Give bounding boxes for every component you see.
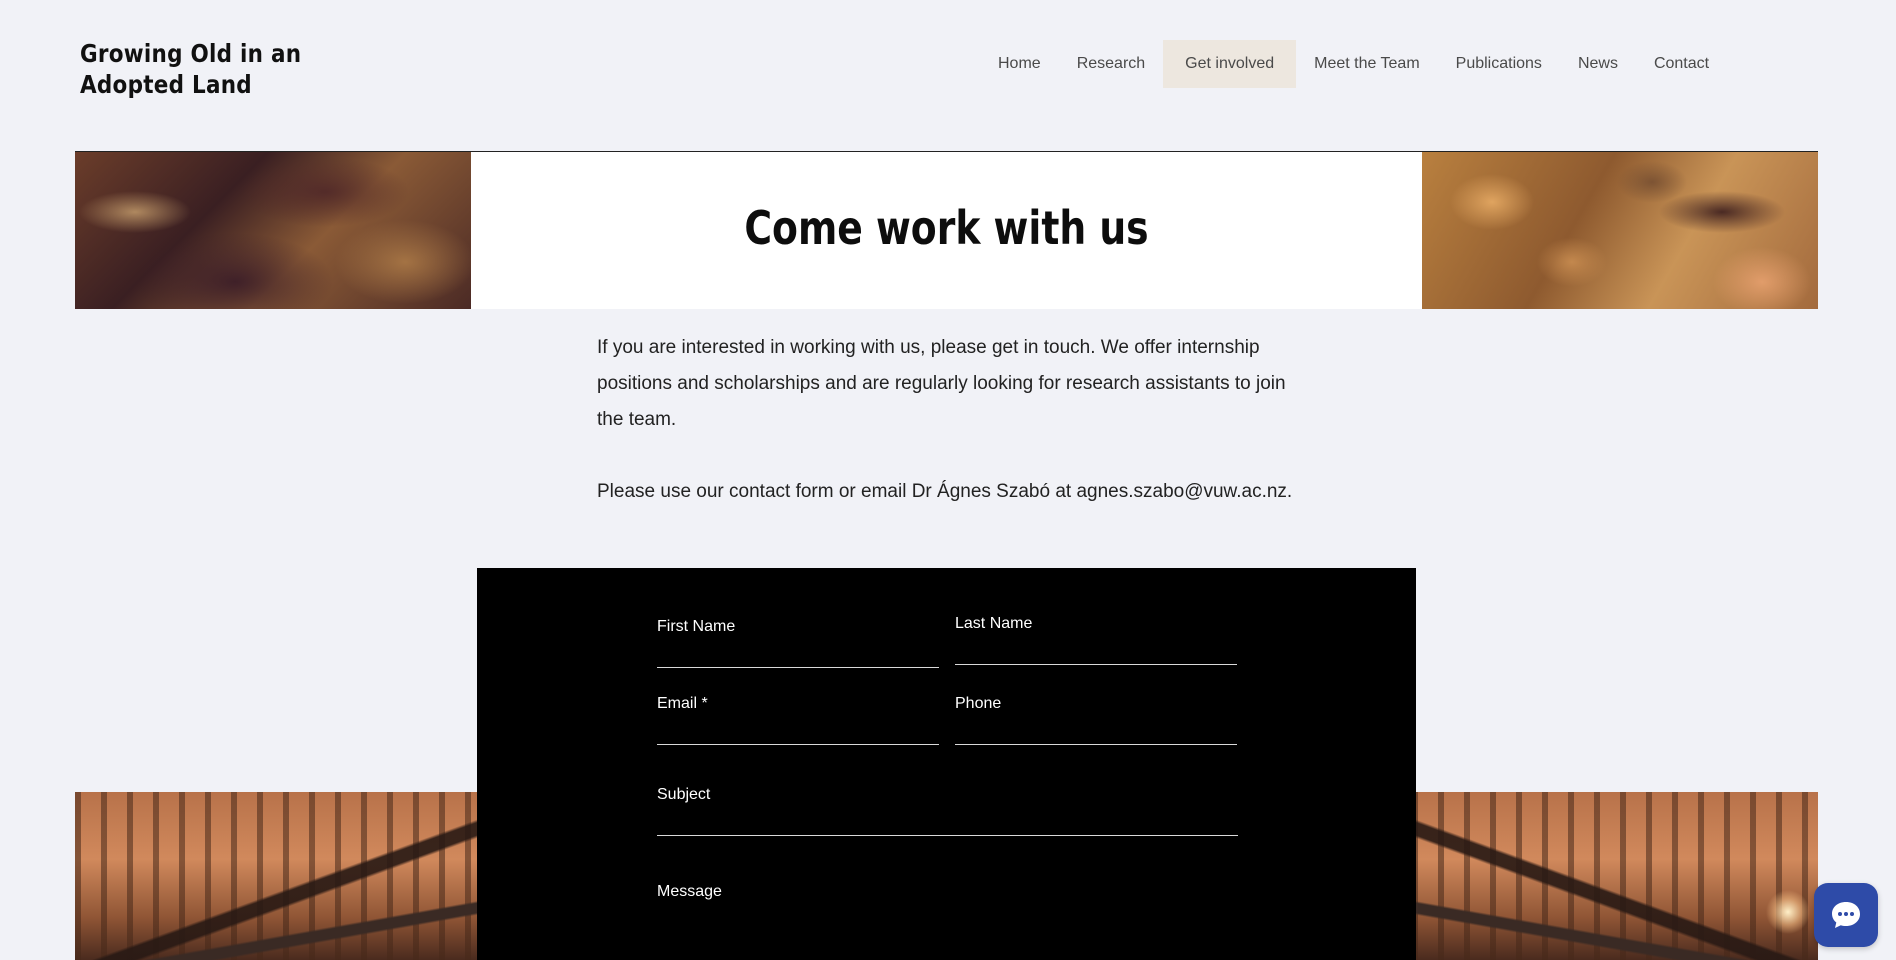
nav-item-news[interactable]: News xyxy=(1560,40,1636,88)
nav-item-research[interactable]: Research xyxy=(1059,40,1163,88)
last-name-field[interactable]: Last Name xyxy=(955,615,1237,665)
phone-field[interactable]: Phone xyxy=(955,695,1237,745)
email-field[interactable]: Email * xyxy=(657,695,939,745)
subject-label: Subject xyxy=(657,786,711,803)
page-title: Come work with us xyxy=(744,201,1149,255)
first-name-label: First Name xyxy=(657,618,736,635)
phone-input[interactable] xyxy=(955,720,1237,742)
site-title-line-2: Adopted Land xyxy=(80,70,252,99)
intro-paragraph-1: If you are interested in working with us… xyxy=(597,337,1286,430)
bottom-image-right xyxy=(1412,792,1818,960)
email-input[interactable] xyxy=(657,720,939,742)
subject-input[interactable] xyxy=(657,811,1238,833)
bottom-image-left xyxy=(75,792,481,960)
last-name-label: Last Name xyxy=(955,615,1033,632)
message-label: Message xyxy=(657,883,722,900)
hero-image-right xyxy=(1422,152,1818,309)
site-title[interactable]: Growing Old in an Adopted Land xyxy=(80,38,304,100)
email-label: Email * xyxy=(657,695,708,712)
contact-form: First Name Last Name Email * Phone Subje… xyxy=(477,568,1416,960)
phone-label: Phone xyxy=(955,695,1002,712)
nav-item-home[interactable]: Home xyxy=(980,40,1059,88)
last-name-input[interactable] xyxy=(955,640,1237,662)
intro-paragraph-2: Please use our contact form or email Dr … xyxy=(597,481,1293,502)
nav-item-publications[interactable]: Publications xyxy=(1438,40,1560,88)
hero-image-left xyxy=(75,152,471,309)
message-field[interactable]: Message xyxy=(657,883,1238,960)
nav-item-meet-the-team[interactable]: Meet the Team xyxy=(1296,40,1438,88)
site-title-line-1: Growing Old in an xyxy=(80,39,302,68)
first-name-input[interactable] xyxy=(657,643,939,665)
hero-title-panel: Come work with us xyxy=(471,152,1422,309)
chat-button[interactable] xyxy=(1814,883,1878,947)
main-nav: Home Research Get involved Meet the Team… xyxy=(980,40,1727,88)
nav-item-contact[interactable]: Contact xyxy=(1636,40,1727,88)
intro-text: If you are interested in working with us… xyxy=(597,330,1297,510)
subject-field[interactable]: Subject xyxy=(657,786,1238,836)
chat-bubble-icon xyxy=(1832,902,1860,928)
first-name-field[interactable]: First Name xyxy=(657,618,939,668)
nav-item-get-involved[interactable]: Get involved xyxy=(1163,40,1297,88)
